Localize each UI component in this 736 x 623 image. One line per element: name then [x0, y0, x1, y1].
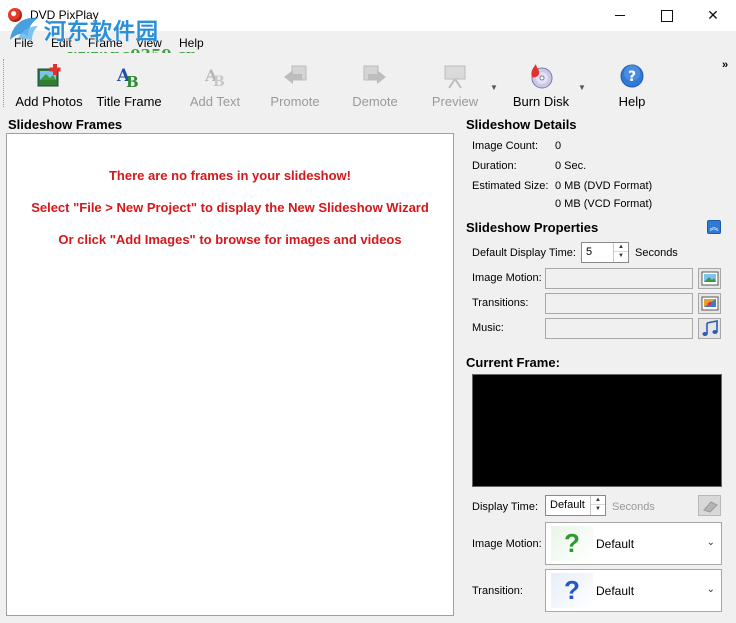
estimated-size-vcd: 0 MB (VCD Format) — [555, 198, 653, 210]
transitions-field — [545, 293, 693, 314]
estimated-size-dvd: 0 MB (DVD Format) — [555, 180, 653, 192]
music-field — [545, 318, 693, 339]
image-motion-button[interactable] — [698, 268, 721, 289]
title-frame-button[interactable]: A B Title Frame — [92, 57, 166, 111]
add-text-button[interactable]: A B Add Text — [182, 57, 248, 111]
display-time-value: Default — [550, 499, 585, 511]
reset-display-time-button[interactable] — [698, 495, 721, 516]
frame-transition-select[interactable]: ? Default ⌄ — [545, 569, 722, 612]
frame-image-motion-label: Image Motion: — [472, 538, 542, 550]
eraser-icon — [703, 501, 718, 513]
svg-text:B: B — [213, 74, 225, 89]
current-frame-title: Current Frame: — [466, 355, 560, 370]
duration-value: 0 Sec. — [555, 160, 587, 172]
display-time-down-button[interactable]: ▼ — [591, 505, 605, 514]
display-time-arrows: ▲ ▼ — [590, 496, 605, 515]
close-button[interactable]: ✕ — [690, 0, 736, 31]
promote-label: Promote — [270, 94, 320, 109]
display-time-stepper[interactable]: Default ▲ ▼ — [545, 495, 606, 516]
display-time-unit: Seconds — [612, 501, 655, 513]
display-time-up-button[interactable]: ▲ — [591, 496, 605, 505]
image-count-value: 0 — [555, 140, 562, 152]
letter-ab-icon: A B — [116, 66, 139, 89]
music-note-icon — [702, 320, 718, 336]
demote-button[interactable]: Demote — [344, 57, 406, 111]
question-icon: ? — [620, 64, 644, 88]
arrow-left-icon — [284, 65, 307, 84]
image-motion-label: Image Motion: — [472, 272, 542, 284]
stepper-arrows: ▲ ▼ — [613, 243, 628, 262]
collapse-properties-button[interactable]: ︽ — [707, 220, 721, 234]
duration-label: Duration: — [472, 160, 517, 172]
add-photos-button[interactable]: Add Photos — [10, 57, 88, 111]
empty-message-3: Or click "Add Images" to browse for imag… — [58, 232, 402, 247]
title-frame-label: Title Frame — [96, 94, 162, 109]
empty-message-1: There are no frames in your slideshow! — [108, 168, 351, 183]
default-display-time-unit: Seconds — [635, 247, 678, 259]
watermark-logo — [10, 17, 38, 40]
promote-button[interactable]: Promote — [262, 57, 328, 111]
default-display-time-label: Default Display Time: — [472, 247, 576, 259]
watermark-name: 河东软件园 — [44, 19, 160, 45]
toolbar-overflow-button[interactable]: » — [722, 59, 728, 71]
music-button[interactable] — [698, 318, 721, 339]
arrow-right-icon — [363, 65, 386, 84]
stepper-up-button[interactable]: ▲ — [614, 243, 628, 252]
burn-disk-dropdown-arrow[interactable]: ▼ — [578, 83, 586, 92]
minimize-button[interactable] — [597, 0, 643, 31]
slideshow-details-title: Slideshow Details — [466, 117, 577, 132]
preview-label: Preview — [431, 94, 479, 109]
default-display-time-value: 5 — [586, 246, 593, 258]
add-text-label: Add Text — [189, 94, 241, 109]
slideshow-properties-title: Slideshow Properties — [466, 220, 599, 235]
help-button[interactable]: ? Help — [608, 57, 656, 111]
image-count-label: Image Count: — [472, 140, 539, 152]
help-label: Help — [618, 94, 646, 109]
picture-icon — [701, 271, 719, 286]
green-question-icon: ? — [551, 526, 593, 561]
transitions-label: Transitions: — [472, 297, 529, 309]
svg-text:?: ? — [628, 69, 636, 85]
frame-transition-value: Default — [596, 584, 635, 598]
burn-disk-label: Burn Disk — [512, 94, 570, 109]
slideshow-frames-list[interactable]: There are no frames in your slideshow! S… — [6, 133, 454, 616]
frame-image-motion-value: Default — [596, 537, 635, 551]
image-motion-field — [545, 268, 693, 289]
preview-button[interactable]: Preview — [426, 57, 484, 111]
add-photos-label: Add Photos — [15, 94, 83, 109]
demote-label: Demote — [352, 94, 398, 109]
svg-text:B: B — [126, 73, 139, 89]
burn-disk-button[interactable]: Burn Disk — [508, 57, 574, 111]
maximize-button[interactable] — [643, 0, 689, 31]
slideshow-frames-title: Slideshow Frames — [8, 117, 123, 132]
disc-flame-icon — [531, 64, 553, 89]
empty-message-2: Select "File > New Project" to display t… — [31, 200, 429, 215]
text-ab-icon: A B — [204, 66, 225, 89]
estimated-size-label: Estimated Size: — [472, 180, 549, 192]
preview-dropdown-arrow[interactable]: ▼ — [490, 83, 498, 92]
picture-plus-icon — [37, 64, 61, 87]
transition-icon — [701, 296, 719, 311]
music-label: Music: — [472, 322, 504, 334]
default-display-time-stepper[interactable]: 5 ▲ ▼ — [581, 242, 629, 263]
toolbar-grip[interactable] — [3, 59, 5, 107]
display-time-label: Display Time: — [472, 501, 539, 513]
transitions-button[interactable] — [698, 293, 721, 314]
projector-icon — [444, 65, 466, 89]
frame-transition-label: Transition: — [472, 585, 523, 597]
frame-image-motion-select[interactable]: ? Default ⌄ — [545, 522, 722, 565]
stepper-down-button[interactable]: ▼ — [614, 252, 628, 261]
blue-question-icon: ? — [551, 573, 593, 608]
toolbar: Add Photos A B Title Frame A B Add Text … — [0, 53, 736, 113]
chevron-down-icon: ⌄ — [706, 584, 715, 595]
chevron-down-icon: ⌄ — [706, 537, 715, 548]
current-frame-preview — [472, 374, 722, 487]
